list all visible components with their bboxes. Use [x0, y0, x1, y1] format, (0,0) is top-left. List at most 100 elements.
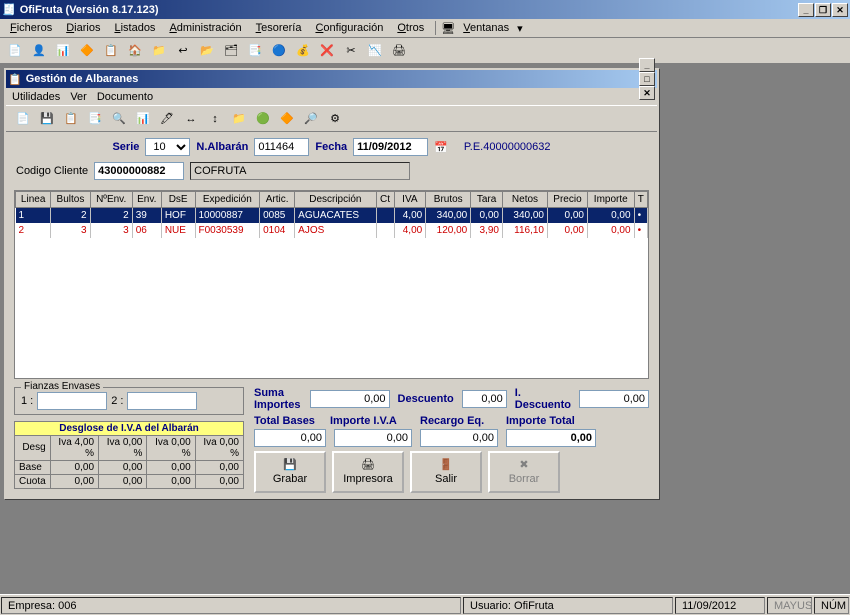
- ctb-6[interactable]: 📊: [132, 108, 154, 130]
- desglose-title: Desglose de I.V.A del Albarán: [14, 421, 244, 435]
- fianza2-label: 2 :: [111, 395, 123, 407]
- toolbar-btn-6[interactable]: 🏠: [124, 40, 146, 62]
- ctb-10[interactable]: 📁: [228, 108, 250, 130]
- toolbar-btn-14[interactable]: ❌: [316, 40, 338, 62]
- child-close-button[interactable]: ✕: [639, 86, 655, 100]
- ctb-2[interactable]: 💾: [36, 108, 58, 130]
- pe-label: P.E.40000000632: [464, 141, 551, 153]
- grid-header[interactable]: Brutos: [426, 192, 471, 208]
- grid-header[interactable]: IVA: [394, 192, 426, 208]
- grid-header[interactable]: Bultos: [51, 192, 90, 208]
- child-titlebar: 📋 Gestión de Albaranes _ □ ✕: [6, 70, 657, 88]
- grid-header[interactable]: Importe: [587, 192, 634, 208]
- toolbar-btn-16[interactable]: 📉: [364, 40, 386, 62]
- ctb-4[interactable]: 📑: [84, 108, 106, 130]
- fianzas-fieldset: Fianzas Envases 1 : 2 :: [14, 387, 244, 415]
- borrar-button[interactable]: ✖ Borrar: [488, 451, 560, 493]
- menu-separator: [435, 21, 436, 35]
- header-form-row: Serie 10 N.Albarán Fecha 📅 P.E.400000006…: [6, 132, 657, 162]
- toolbar-btn-7[interactable]: 📁: [148, 40, 170, 62]
- tbases-label: Total Bases: [254, 415, 322, 427]
- toolbar-btn-11[interactable]: 📑: [244, 40, 266, 62]
- nalbaran-input[interactable]: [254, 138, 309, 156]
- dropdown-icon[interactable]: ▾: [517, 22, 523, 35]
- ctb-13[interactable]: 🔎: [300, 108, 322, 130]
- toolbar-btn-10[interactable]: 🗂: [220, 40, 242, 62]
- desc-input[interactable]: [462, 390, 507, 408]
- minimize-button[interactable]: _: [798, 3, 814, 17]
- ctb-5[interactable]: 🔍: [108, 108, 130, 130]
- menu-administracion[interactable]: Administración: [163, 20, 247, 36]
- grid-header[interactable]: Tara: [471, 192, 503, 208]
- iiva-input: [334, 429, 412, 447]
- toolbar-btn-9[interactable]: 📂: [196, 40, 218, 62]
- toolbar-btn-2[interactable]: 👤: [28, 40, 50, 62]
- child-menu-documento[interactable]: Documento: [97, 91, 153, 103]
- grid-header[interactable]: Artic.: [260, 192, 295, 208]
- menu-listados[interactable]: Listados: [108, 20, 161, 36]
- grid-header[interactable]: Linea: [16, 192, 51, 208]
- restore-button[interactable]: ❐: [815, 3, 831, 17]
- child-minimize-button[interactable]: _: [639, 58, 655, 72]
- fianzas-legend: Fianzas Envases: [21, 381, 103, 392]
- toolbar-btn-1[interactable]: 📄: [4, 40, 26, 62]
- menu-ventanas[interactable]: Ventanas: [457, 20, 515, 36]
- toolbar-btn-8[interactable]: ↩: [172, 40, 194, 62]
- fecha-label: Fecha: [315, 141, 347, 153]
- fianza1-input[interactable]: [37, 392, 107, 410]
- fecha-input[interactable]: [353, 138, 428, 156]
- grid-header[interactable]: Expedición: [195, 192, 260, 208]
- toolbar-btn-5[interactable]: 📋: [100, 40, 122, 62]
- grabar-button[interactable]: 💾 Grabar: [254, 451, 326, 493]
- delete-icon: ✖: [519, 458, 528, 471]
- ctb-9[interactable]: ↕: [204, 108, 226, 130]
- ctb-7[interactable]: 🖊: [156, 108, 178, 130]
- toolbar-btn-3[interactable]: 📊: [52, 40, 74, 62]
- impresora-button[interactable]: 🖨 Impresora: [332, 451, 404, 493]
- toolbar-btn-15[interactable]: ✂: [340, 40, 362, 62]
- menu-tesoreria[interactable]: Tesorería: [250, 20, 308, 36]
- fianza2-input[interactable]: [127, 392, 197, 410]
- status-usuario: Usuario: OfiFruta: [463, 597, 673, 614]
- grid-header[interactable]: Descripción: [295, 192, 376, 208]
- toolbar-btn-12[interactable]: 🔵: [268, 40, 290, 62]
- menu-ficheros[interactable]: Ficheros: [4, 20, 58, 36]
- salir-button[interactable]: 🚪 Salir: [410, 451, 482, 493]
- child-menu-utilidades[interactable]: Utilidades: [12, 91, 60, 103]
- calendar-icon[interactable]: 📅: [434, 141, 448, 154]
- table-row[interactable]: 23306NUEF00305390104AJOS4,00120,003,9011…: [16, 223, 648, 238]
- ctb-12[interactable]: 🔶: [276, 108, 298, 130]
- itotal-input: [506, 429, 596, 447]
- main-menubar: Ficheros Diarios Listados Administración…: [0, 19, 850, 38]
- grid-header[interactable]: NºEnv.: [90, 192, 132, 208]
- codcli-input[interactable]: [94, 162, 184, 180]
- grid-header[interactable]: Ct: [376, 192, 394, 208]
- table-row[interactable]: 12239HOF100008870085AGUACATES4,00340,000…: [16, 208, 648, 223]
- grid-header[interactable]: Precio: [547, 192, 587, 208]
- idesc-input: [579, 390, 649, 408]
- app-title: OfiFruta (Versión 8.17.123): [16, 4, 798, 16]
- child-menubar: Utilidades Ver Documento: [6, 88, 657, 106]
- toolbar-btn-17[interactable]: 🖨: [388, 40, 410, 62]
- ctb-3[interactable]: 📋: [60, 108, 82, 130]
- ctb-14[interactable]: ⚙: [324, 108, 346, 130]
- iiva-label: Importe I.V.A: [330, 415, 412, 427]
- suma-label: Suma Importes: [254, 387, 302, 411]
- ctb-8[interactable]: ↔: [180, 108, 202, 130]
- toolbar-btn-13[interactable]: 💰: [292, 40, 314, 62]
- menu-configuracion[interactable]: Configuración: [309, 20, 389, 36]
- menu-otros[interactable]: Otros: [391, 20, 430, 36]
- toolbar-btn-4[interactable]: 🔶: [76, 40, 98, 62]
- lines-grid[interactable]: LineaBultosNºEnv.Env.DsEExpediciónArtic.…: [14, 190, 649, 379]
- grid-header[interactable]: T: [634, 192, 647, 208]
- child-maximize-button[interactable]: □: [639, 72, 655, 86]
- serie-select[interactable]: 10: [145, 138, 190, 156]
- ctb-11[interactable]: 🟢: [252, 108, 274, 130]
- grid-header[interactable]: Env.: [132, 192, 161, 208]
- grid-header[interactable]: DsE: [161, 192, 195, 208]
- close-button[interactable]: ✕: [832, 3, 848, 17]
- child-menu-ver[interactable]: Ver: [70, 91, 87, 103]
- ctb-1[interactable]: 📄: [12, 108, 34, 130]
- grid-header[interactable]: Netos: [502, 192, 547, 208]
- menu-diarios[interactable]: Diarios: [60, 20, 106, 36]
